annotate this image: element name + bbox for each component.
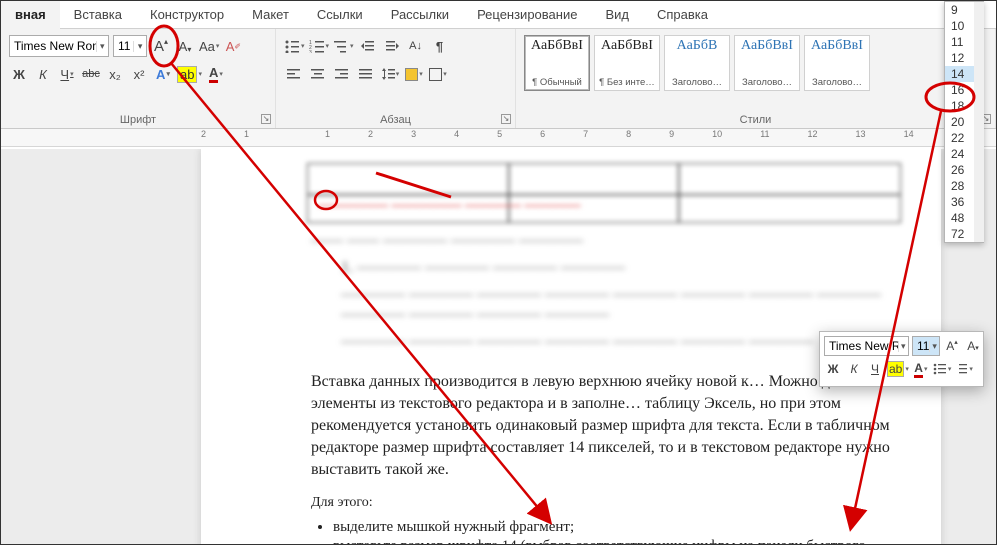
list-item[interactable]: выставьте размер шрифта 14 (выбрав соотв… (333, 538, 901, 544)
grow-font-button[interactable]: A▴ (151, 35, 171, 57)
font-name-combo[interactable]: Times New Rom ▾ (9, 35, 109, 57)
align-right-button[interactable] (332, 63, 352, 85)
justify-button[interactable] (356, 63, 376, 85)
style-item[interactable]: АаБбВвІЗаголово… (734, 35, 800, 91)
tab-mailings[interactable]: Рассылки (377, 1, 463, 29)
list-item[interactable]: выделите мышкой нужный фрагмент; (333, 519, 901, 536)
mini-font-name-combo[interactable]: Times New Rom ▾ (824, 336, 909, 356)
mini-underline-button[interactable]: Ч (866, 359, 884, 379)
mini-italic-button[interactable]: К (845, 359, 863, 379)
group-font: Times New Rom ▾ 11 ▾ A▴ A▾ Aa▾ A✐ Ж К Ч▾… (1, 29, 276, 128)
change-case-button[interactable]: Aa▾ (199, 35, 219, 57)
menu-tabs: вная Вставка Конструктор Макет Ссылки Ра… (1, 1, 996, 29)
mini-toolbar[interactable]: Times New Rom ▾ 11 ▾ A▴ A▾ Ж К Ч ab▾ A▾ … (819, 331, 984, 387)
scrollbar[interactable] (974, 2, 984, 242)
subscript-button[interactable]: x₂ (105, 63, 125, 85)
align-center-button[interactable] (308, 63, 328, 85)
sort-button[interactable]: A↓ (406, 35, 426, 57)
tab-references[interactable]: Ссылки (303, 1, 377, 29)
chevron-down-icon[interactable]: ▾ (96, 41, 108, 52)
group-styles-label: Стили (516, 114, 995, 126)
line-spacing-button[interactable]: ▾ (380, 63, 400, 85)
style-item[interactable]: АаБбВвІЗаголово… (804, 35, 870, 91)
mini-highlight-button[interactable]: ab▾ (887, 359, 909, 379)
chevron-down-icon[interactable]: ▾ (898, 341, 909, 352)
superscript-button[interactable]: x² (129, 63, 149, 85)
chevron-down-icon[interactable]: ▾ (929, 341, 939, 352)
mini-font-color-button[interactable]: A▾ (912, 359, 930, 379)
mini-font-size-value: 11 (913, 339, 929, 353)
tab-design[interactable]: Конструктор (136, 1, 238, 29)
mini-bold-button[interactable]: Ж (824, 359, 842, 379)
ribbon: Times New Rom ▾ 11 ▾ A▴ A▾ Aa▾ A✐ Ж К Ч▾… (1, 29, 996, 129)
mini-font-size-combo[interactable]: 11 ▾ (912, 336, 940, 356)
shading-button[interactable]: ▾ (404, 63, 424, 85)
font-size-dropdown[interactable]: 91011121416182022242628364872 (944, 1, 984, 243)
show-marks-button[interactable]: ¶ (430, 35, 450, 57)
blurred-red-text: ————— ————— ———— ———— (318, 198, 581, 214)
text-effects-button[interactable]: A▾ (153, 63, 173, 85)
tab-insert[interactable]: Вставка (60, 1, 136, 29)
blurred-text: ———— ———— ———— ———— ———— ———— ———— (341, 332, 901, 353)
svg-text:3: 3 (309, 50, 312, 53)
tab-layout[interactable]: Макет (238, 1, 303, 29)
font-size-combo[interactable]: 11 ▾ (113, 35, 147, 57)
strike-button[interactable]: abc (81, 63, 101, 85)
style-item[interactable]: АаБбВвІ¶ Без инте… (594, 35, 660, 91)
font-size-value: 11 (114, 39, 133, 53)
borders-button[interactable]: ▾ (428, 63, 448, 85)
group-font-label: Шрифт (1, 114, 275, 126)
sub-label[interactable]: Для этого: (311, 495, 901, 511)
paragraph-dialog-launcher[interactable]: ↘ (501, 114, 511, 124)
tab-help[interactable]: Справка (643, 1, 722, 29)
mini-numbering-button[interactable]: ▾ (954, 359, 973, 379)
body-paragraph[interactable]: Вставка данных производится в левую верх… (311, 371, 901, 481)
blurred-text: 1. ———— ———— ———— ———— (341, 258, 901, 279)
align-left-button[interactable] (284, 63, 304, 85)
tab-home[interactable]: вная (1, 1, 60, 29)
mini-grow-font-button[interactable]: A▴ (943, 336, 961, 356)
group-paragraph-label: Абзац (276, 114, 515, 126)
underline-button[interactable]: Ч▾ (57, 63, 77, 85)
blurred-text: —— —— ———— ———— ———— (311, 231, 901, 252)
mini-shrink-font-button[interactable]: A▾ (964, 336, 982, 356)
decrease-indent-button[interactable] (358, 35, 378, 57)
bullets-button[interactable]: ▾ (284, 35, 305, 57)
increase-indent-button[interactable] (382, 35, 402, 57)
blurred-text: ———— ———— ———— ———— ———— ———— ———— ———— … (341, 285, 901, 327)
chevron-down-icon[interactable]: ▾ (133, 41, 146, 52)
ruler: 211234567891011121314151617 (1, 129, 996, 147)
styles-gallery[interactable]: АаБбВвІ¶ ОбычныйАаБбВвІ¶ Без инте…АаБбВЗ… (524, 35, 987, 91)
mini-bullets-button[interactable]: ▾ (933, 359, 952, 379)
numbering-button[interactable]: 123▾ (309, 35, 330, 57)
mini-font-name-value: Times New Rom (825, 339, 898, 353)
clear-formatting-button[interactable]: A✐ (223, 35, 243, 57)
tab-review[interactable]: Рецензирование (463, 1, 591, 29)
font-color-button[interactable]: A▾ (206, 63, 226, 85)
shrink-font-button[interactable]: A▾ (175, 35, 195, 57)
highlight-button[interactable]: ab▾ (177, 63, 202, 85)
tab-view[interactable]: Вид (591, 1, 643, 29)
style-item[interactable]: АаБбВвІ¶ Обычный (524, 35, 590, 91)
style-item[interactable]: АаБбВЗаголово… (664, 35, 730, 91)
group-paragraph: ▾ 123▾ ▾ A↓ ¶ ▾ ▾ ▾ Абзац ↘ (276, 29, 516, 128)
bullet-list[interactable]: выделите мышкой нужный фрагмент; выставь… (333, 519, 901, 544)
group-styles: АаБбВвІ¶ ОбычныйАаБбВвІ¶ Без инте…АаБбВЗ… (516, 29, 996, 128)
bold-button[interactable]: Ж (9, 63, 29, 85)
italic-button[interactable]: К (33, 63, 53, 85)
blurred-table: ————— ————— ———— ———— (307, 163, 901, 223)
multilevel-list-button[interactable]: ▾ (333, 35, 354, 57)
font-name-value: Times New Rom (10, 39, 96, 53)
font-dialog-launcher[interactable]: ↘ (261, 114, 271, 124)
